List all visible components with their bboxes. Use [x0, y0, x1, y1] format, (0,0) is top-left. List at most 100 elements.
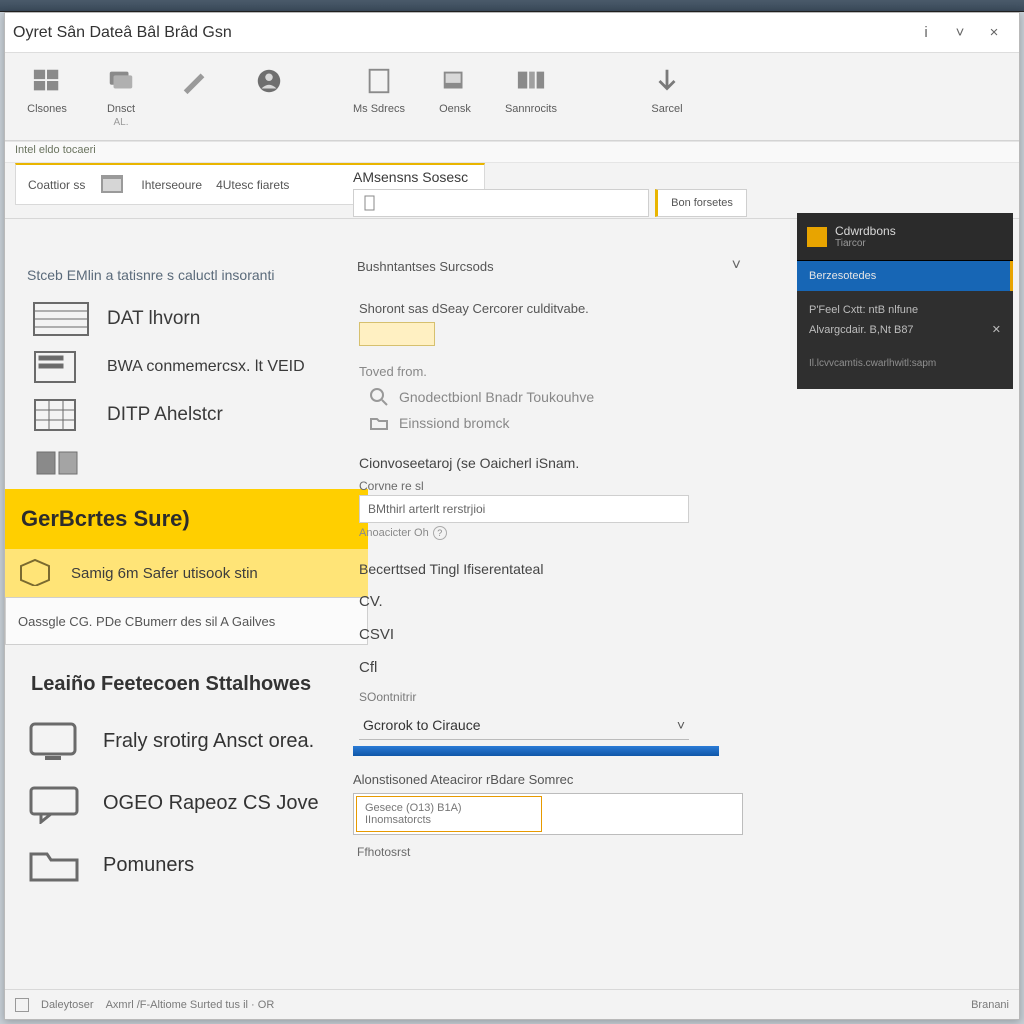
minimize-button[interactable]: ˅	[943, 24, 977, 41]
chat-icon	[27, 782, 85, 824]
folder-row[interactable]: Einssiond bromck	[369, 413, 763, 433]
panel-title: AMsensns Sosesc	[353, 169, 468, 185]
ribbon-label: Clsones	[27, 103, 67, 115]
orange-line2: IInomsatorcts	[365, 814, 533, 826]
chevron-down-icon: ˅	[677, 717, 685, 733]
highlight-main[interactable]: GerBcrtes Sure)	[5, 489, 368, 549]
highlight-box[interactable]: Oassgle CG. PDe CBumerr des sil A Gailve…	[5, 597, 368, 645]
expand-row[interactable]: Bushntantses Surcsods ˅	[353, 251, 749, 281]
highlight-sub-label: Samig 6m Safer utisook stin	[71, 565, 258, 582]
panel-row: Alvargcdair. B,Nt B87 ✕	[809, 321, 1001, 341]
list-item[interactable]: BWA conmemercsx. lt VEID	[27, 343, 363, 391]
doc-icon	[362, 195, 378, 211]
box-icon	[15, 556, 59, 590]
item-label: Pomuners	[103, 854, 194, 877]
close-icon[interactable]: ✕	[992, 321, 1001, 341]
titlebar: Oyret Sân Dateâ Bâl Brâd Gsn i ˅ ×	[5, 13, 1019, 53]
mid-text-input: Corvne re sl Anoacicter Oh	[359, 479, 763, 541]
device-icon	[437, 63, 473, 99]
status-c: Branani	[971, 999, 1009, 1011]
panel-row-small: Il.lcvvcamtis.cwarlhwitl:sapm	[809, 355, 1001, 373]
orange-selection-box[interactable]: Gesece (O13) B1A) IInomsatorcts	[353, 793, 743, 835]
folder-icon	[27, 844, 85, 886]
help-button[interactable]: i	[909, 24, 943, 41]
panel-body: P'Feel Cxtt: ntB nlfune Alvargcdair. B,N…	[797, 291, 1013, 389]
ribbon-sources[interactable]: Ms Sdrecs	[353, 63, 405, 115]
ribbon-circle[interactable]	[245, 63, 293, 103]
highlight-label: GerBcrtes Sure)	[21, 506, 190, 532]
bon-forsetes-button[interactable]: Bon forsetes	[655, 189, 747, 217]
ribbon-label: Dnsct	[107, 103, 135, 115]
tab-c[interactable]: 4Utesc fiarets	[216, 178, 289, 192]
ribbon-classes[interactable]: Clsones	[23, 63, 71, 115]
list-item[interactable]: Pomuners	[27, 834, 363, 896]
dropdown[interactable]: Gcrorok to Cirauce ˅	[359, 710, 689, 740]
stack-icon	[103, 63, 139, 99]
search-row[interactable]: Gnodectbionl Bnadr Toukouhve	[369, 387, 763, 407]
grid2-icon	[29, 397, 93, 433]
search-input[interactable]	[353, 189, 649, 217]
search-field[interactable]	[378, 196, 640, 210]
cards-icon	[29, 445, 93, 481]
format-cv[interactable]: CV.	[359, 593, 763, 610]
item-label: BWA conmemercsx. lt VEID	[107, 358, 305, 376]
ribbon-sarcel[interactable]: Sarcel	[643, 63, 691, 115]
brand-square-icon	[807, 227, 827, 247]
ribbon-label: Sarcel	[651, 103, 682, 115]
ribbon-label: Oensk	[439, 103, 471, 115]
table-icon	[29, 301, 93, 337]
list-item[interactable]: OGEO Rapeoz CS Jove	[27, 772, 363, 834]
item-label: DITP Ahelstcr	[107, 404, 223, 426]
grid-icon	[29, 63, 65, 99]
ribbon-pen[interactable]	[171, 63, 219, 103]
connection-input[interactable]	[359, 495, 689, 523]
section2-heading: Leaiño Feetecoen Sttalhowes	[31, 673, 363, 696]
section-heading: Stceb EMlin a tatisnre s caluctl insoran…	[27, 267, 363, 283]
item-label: Fraly srotirg Ansct orea.	[103, 730, 314, 753]
tab-b[interactable]: Ihterseoure	[141, 178, 202, 192]
mid-heading2: Cionvoseetaroj (se Oaicherl iSnam.	[359, 455, 763, 471]
sheet-icon	[361, 63, 397, 99]
ribbon-dnsct[interactable]: Dnsct AL.	[97, 63, 145, 128]
highlight-sub[interactable]: Samig 6m Safer utisook stin	[5, 549, 368, 597]
format-cfl[interactable]: Cfl	[359, 659, 763, 676]
status-icon	[15, 998, 29, 1012]
panel-row: P'Feel Cxtt: ntB nlfune	[809, 301, 1001, 321]
ribbon-sannrocits[interactable]: Sannrocits	[505, 63, 557, 115]
orange-inner: Gesece (O13) B1A) IInomsatorcts	[356, 796, 542, 832]
mid-footer-label: Ffhotosrst	[357, 845, 763, 859]
row-label: Gnodectbionl Bnadr Toukouhve	[399, 389, 594, 405]
list-item[interactable]	[27, 439, 363, 487]
ribbon-oensk[interactable]: Oensk	[431, 63, 479, 115]
list-item[interactable]: DITP Ahelstcr	[27, 391, 363, 439]
app-window: Oyret Sân Dateâ Bâl Brâd Gsn i ˅ × Clson…	[4, 12, 1020, 1020]
window-title: Oyret Sân Dateâ Bâl Brâd Gsn	[13, 24, 232, 42]
chevron-down-icon[interactable]: ˅	[732, 257, 741, 275]
dropdown-value: Gcrorok to Cirauce	[363, 717, 480, 733]
item-label: DAT lhvorn	[107, 308, 200, 330]
status-a: Daleytoser	[41, 999, 94, 1011]
list-item[interactable]: Fraly srotirg Ansct orea.	[27, 710, 363, 772]
small-highlight-box[interactable]	[359, 322, 435, 346]
close-button[interactable]: ×	[977, 24, 1011, 41]
middle-column: Shoront sas dSeay Cercorer culditvabe. T…	[353, 291, 763, 859]
ribbon-sublabel: AL.	[113, 117, 128, 128]
search-icon	[369, 387, 389, 407]
status-bar: Daleytoser Axmrl /F-Altiome Surted tus i…	[5, 989, 1019, 1019]
format-csvi[interactable]: CSVI	[359, 626, 763, 643]
mid-section-label: Becerttsed Tingl Ifiserentateal	[359, 561, 763, 577]
arrow-down-icon	[649, 63, 685, 99]
mid-group-label: Toved from.	[359, 364, 763, 379]
list-item[interactable]: DAT lhvorn	[27, 295, 363, 343]
item-label: OGEO Rapeoz CS Jove	[103, 792, 319, 815]
input-label: Corvne re sl	[359, 479, 763, 493]
tab-a[interactable]: Coattior ss	[28, 178, 85, 192]
panel-selected-item[interactable]: Berzesotedes	[797, 261, 1013, 291]
breadcrumb: Intel eldo tocaeri	[5, 141, 1019, 163]
ribbon-label: Ms Sdrecs	[353, 103, 405, 115]
row-label: Einssiond bromck	[399, 415, 510, 431]
progress-strip	[353, 746, 719, 756]
expand-label: Bushntantses Surcsods	[357, 259, 494, 274]
window-icon	[99, 171, 127, 199]
folder-small-icon	[369, 413, 389, 433]
